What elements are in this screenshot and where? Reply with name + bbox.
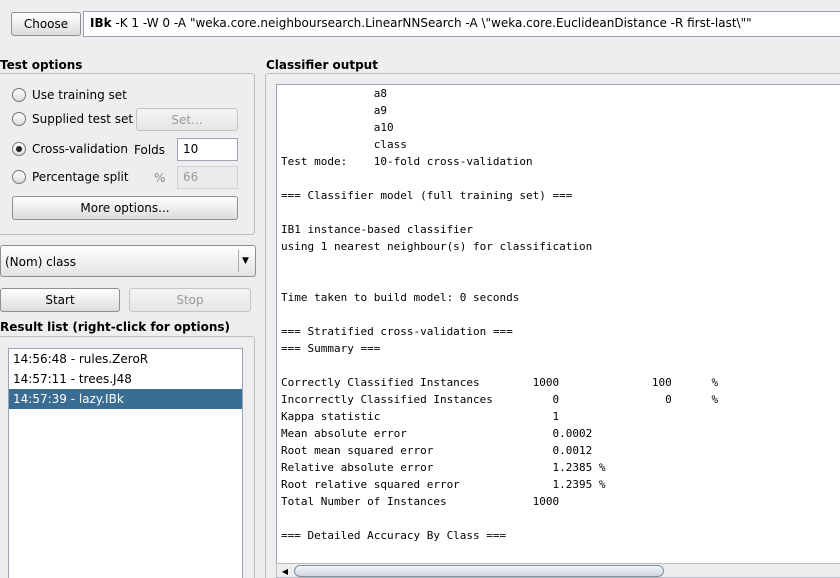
more-options-button[interactable]: More options...	[12, 196, 238, 220]
result-item-j48[interactable]: 14:57:11 - trees.J48	[9, 369, 242, 389]
choose-button[interactable]: Choose	[11, 12, 81, 36]
test-options-title: Test options	[0, 58, 83, 72]
classifier-name: IBk	[90, 16, 112, 30]
radio-icon[interactable]	[12, 112, 26, 126]
class-select-value: (Nom) class	[5, 255, 76, 269]
class-attribute-select[interactable]: (Nom) class ▼	[0, 245, 256, 277]
classifier-output-title: Classifier output	[266, 58, 378, 72]
classifier-args: -K 1 -W 0 -A "weka.core.neighboursearch.…	[115, 16, 752, 30]
scroll-left-icon[interactable]: ◀	[279, 565, 291, 577]
percentage-input[interactable]: 66	[177, 166, 238, 189]
folds-input[interactable]: 10	[177, 138, 238, 161]
cross-validation-label: Cross-validation	[32, 142, 128, 156]
result-list[interactable]: 14:56:48 - rules.ZeroR 14:57:11 - trees.…	[8, 348, 243, 578]
dropdown-arrow-icon[interactable]: ▼	[238, 250, 252, 272]
classifier-output-area[interactable]: a8 a9 a10 class Test mode: 10-fold cross…	[276, 84, 840, 564]
radio-checked-icon[interactable]	[12, 142, 26, 156]
horizontal-scrollbar[interactable]: ◀	[276, 563, 840, 578]
supplied-test-set-option[interactable]: Supplied test set	[12, 112, 133, 126]
result-item-zeror[interactable]: 14:56:48 - rules.ZeroR	[9, 349, 242, 369]
supplied-test-set-label: Supplied test set	[32, 112, 134, 126]
classifier-command-field[interactable]: IBk -K 1 -W 0 -A "weka.core.neighboursea…	[83, 11, 840, 37]
cross-validation-option[interactable]: Cross-validation	[12, 142, 128, 156]
use-training-set-label: Use training set	[32, 88, 127, 102]
radio-icon[interactable]	[12, 88, 26, 102]
use-training-set-option[interactable]: Use training set	[12, 88, 127, 102]
result-list-title: Result list (right-click for options)	[0, 320, 231, 334]
result-item-ibk[interactable]: 14:57:39 - lazy.IBk	[9, 389, 242, 409]
stop-button[interactable]: Stop	[129, 288, 251, 312]
scrollbar-thumb[interactable]	[294, 565, 664, 577]
start-button[interactable]: Start	[0, 288, 120, 312]
set-button[interactable]: Set...	[136, 108, 238, 131]
folds-label: Folds	[134, 143, 166, 157]
percentage-split-option[interactable]: Percentage split	[12, 170, 129, 184]
classifier-output-text: a8 a9 a10 class Test mode: 10-fold cross…	[281, 87, 719, 542]
percentage-split-label: Percentage split	[32, 170, 129, 184]
radio-icon[interactable]	[12, 170, 26, 184]
percent-symbol: %	[154, 171, 166, 185]
